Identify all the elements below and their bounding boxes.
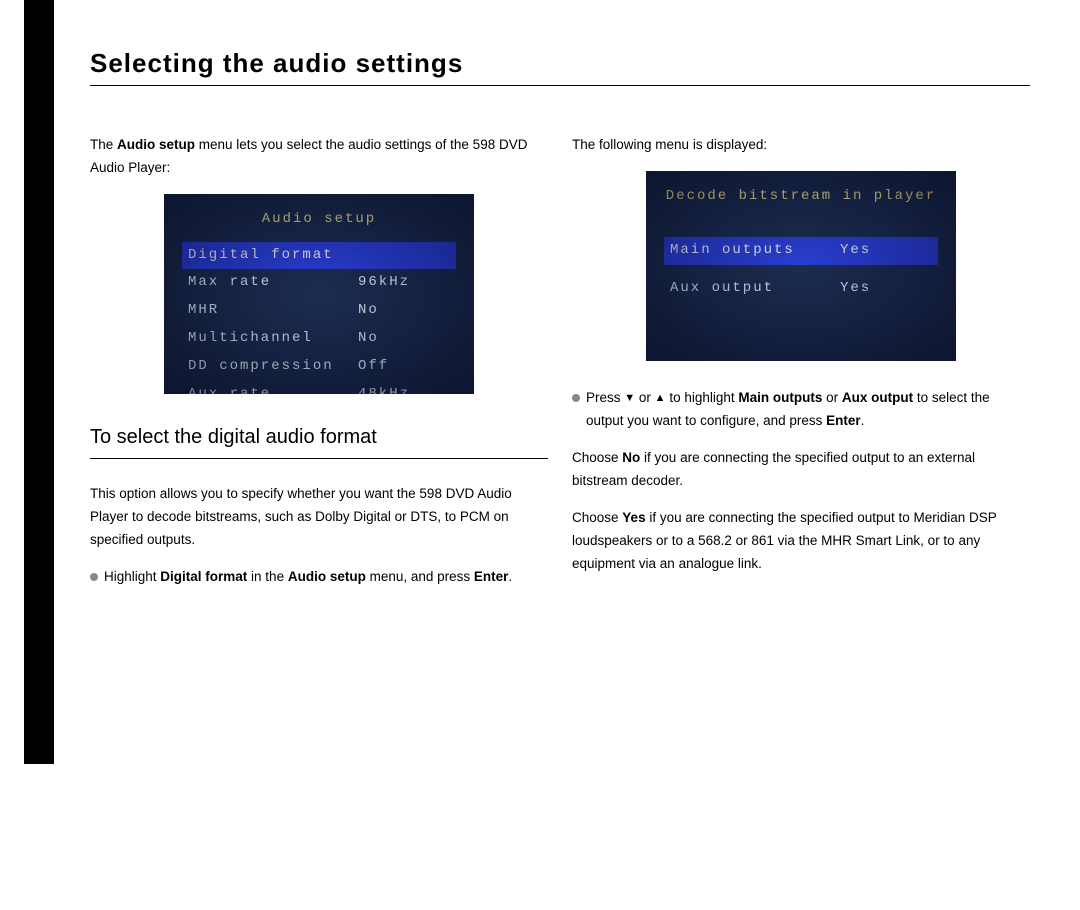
osd-row: Multichannel No [182, 325, 456, 353]
page-title: Selecting the audio settings [90, 48, 1030, 86]
bullet-item: Press ▼ or ▲ to highlight Main outputs o… [572, 387, 1030, 433]
sidebar-label: 46 Configuring disc options [4, 724, 28, 910]
osd-row: DD compression Off [182, 353, 456, 381]
osd-title: Audio setup [182, 208, 456, 232]
osd-row: Aux output Yes [664, 275, 938, 303]
osd-row: MHR No [182, 297, 456, 325]
sidebar-strip [24, 0, 54, 764]
page-content: Selecting the audio settings The Audio s… [90, 48, 1050, 603]
body-paragraph: Choose No if you are connecting the spec… [572, 447, 1030, 493]
subheading: To select the digital audio format [90, 420, 548, 459]
osd-decode-bitstream: Decode bitstream in player Main outputs … [646, 171, 956, 361]
section-name: Configuring disc options [4, 724, 19, 878]
bullet-item: Highlight Digital format in the Audio se… [90, 566, 548, 589]
intro-paragraph: The Audio setup menu lets you select the… [90, 134, 548, 180]
body-paragraph: The following menu is displayed: [572, 134, 1030, 157]
osd-row: Main outputs Yes [664, 237, 938, 265]
triangle-down-icon: ▼ [624, 389, 635, 408]
osd-row: Max rate 96kHz [182, 269, 456, 297]
triangle-up-icon: ▲ [655, 389, 666, 408]
osd-row: Aux rate 48kHz [182, 381, 456, 409]
body-paragraph: Choose Yes if you are connecting the spe… [572, 507, 1030, 576]
page-number: 46 [4, 881, 19, 895]
bullet-icon [572, 394, 580, 402]
osd-title: Decode bitstream in player [664, 185, 938, 209]
bullet-icon [90, 573, 98, 581]
osd-row: Digital format [182, 242, 456, 270]
left-column: The Audio setup menu lets you select the… [90, 134, 548, 603]
right-column: The following menu is displayed: Decode … [572, 134, 1030, 603]
osd-audio-setup: Audio setup Digital format Max rate 96kH… [164, 194, 474, 394]
body-paragraph: This option allows you to specify whethe… [90, 483, 548, 552]
